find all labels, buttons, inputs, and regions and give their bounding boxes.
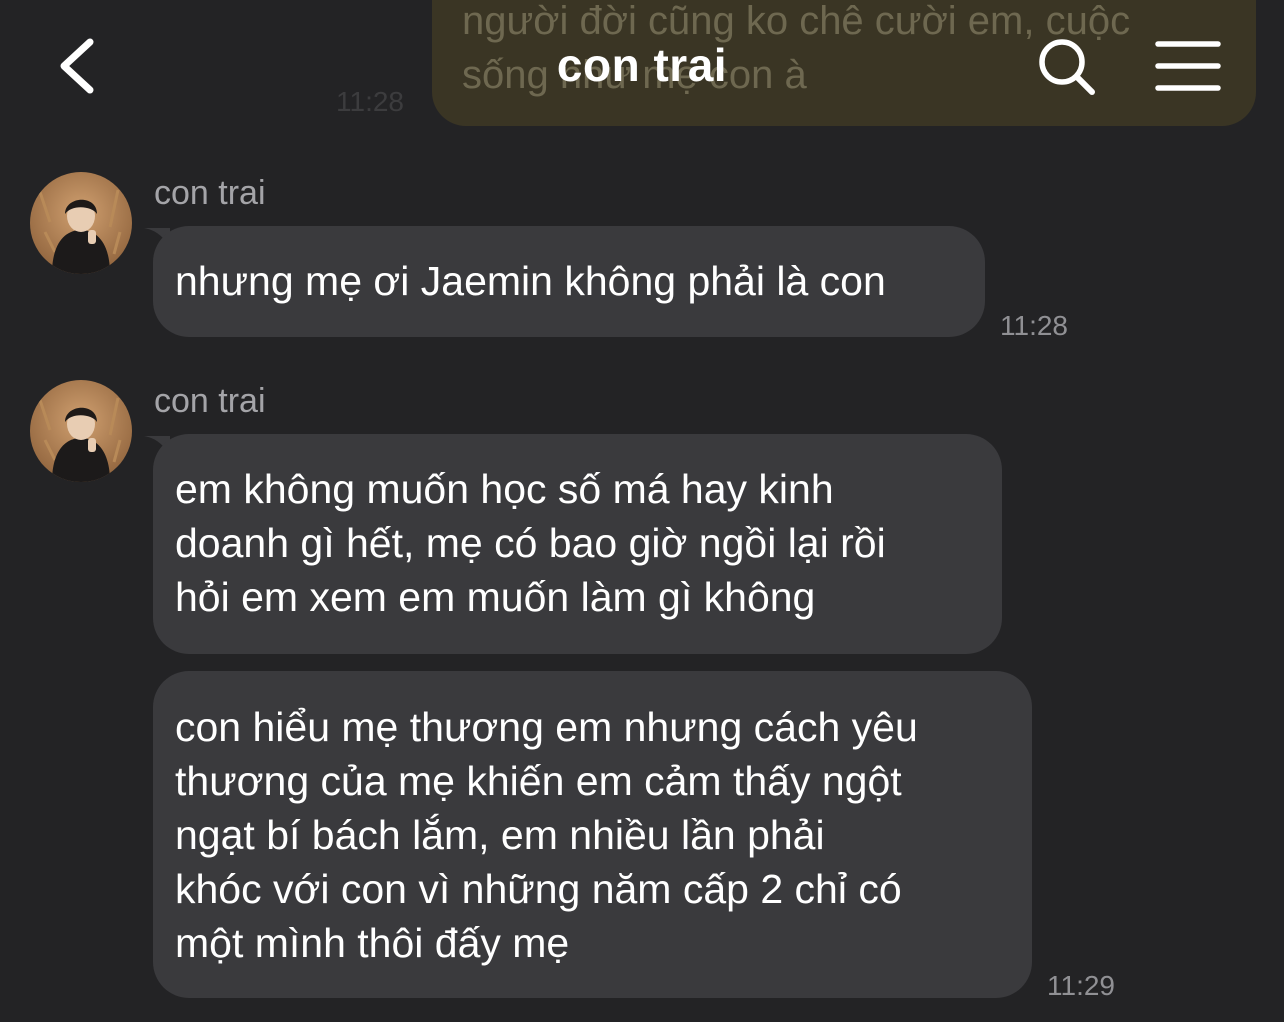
message-timestamp: 11:29 [1047,970,1115,1001]
search-button[interactable] [1034,34,1100,100]
message-line: nhưng mẹ ơi Jaemin không phải là con [175,258,886,304]
search-icon [1039,39,1095,95]
message-line: khóc với con vì những năm cấp 2 chỉ có [175,866,902,912]
incoming-message-bubble[interactable]: con hiểu mẹ thương em nhưng cách yêu thư… [153,671,1032,998]
message-line: hỏi em xem em muốn làm gì không [175,574,816,620]
profile-photo-icon [30,172,132,274]
menu-button[interactable] [1152,38,1224,94]
avatar[interactable] [30,380,132,482]
message-line: một mình thôi đấy mẹ [175,920,570,966]
message-line: con hiểu mẹ thương em nhưng cách yêu [175,704,918,750]
message-line: doanh gì hết, mẹ có bao giờ ngồi lại rồi [175,520,886,566]
profile-photo-icon [30,380,132,482]
message-timestamp: 11:28 [1000,310,1068,341]
incoming-message-bubble[interactable]: em không muốn học số má hay kinh doanh g… [153,434,1002,654]
message-line: em không muốn học số má hay kinh [175,466,834,512]
incoming-message-bubble[interactable]: nhưng mẹ ơi Jaemin không phải là con [153,226,985,337]
message-line: ngạt bí bách lắm, em nhiều lần phải [175,812,825,858]
sender-name: con trai [154,382,266,420]
sender-name: con trai [154,174,266,212]
avatar[interactable] [30,172,132,274]
message-line: thương của mẹ khiến em cảm thấy ngột [175,758,902,804]
chat-screen: người đời cũng ko chê cười em, cuộc sống… [0,0,1284,1022]
chat-header: con trai [0,0,1284,132]
hamburger-menu-icon [1155,41,1221,91]
